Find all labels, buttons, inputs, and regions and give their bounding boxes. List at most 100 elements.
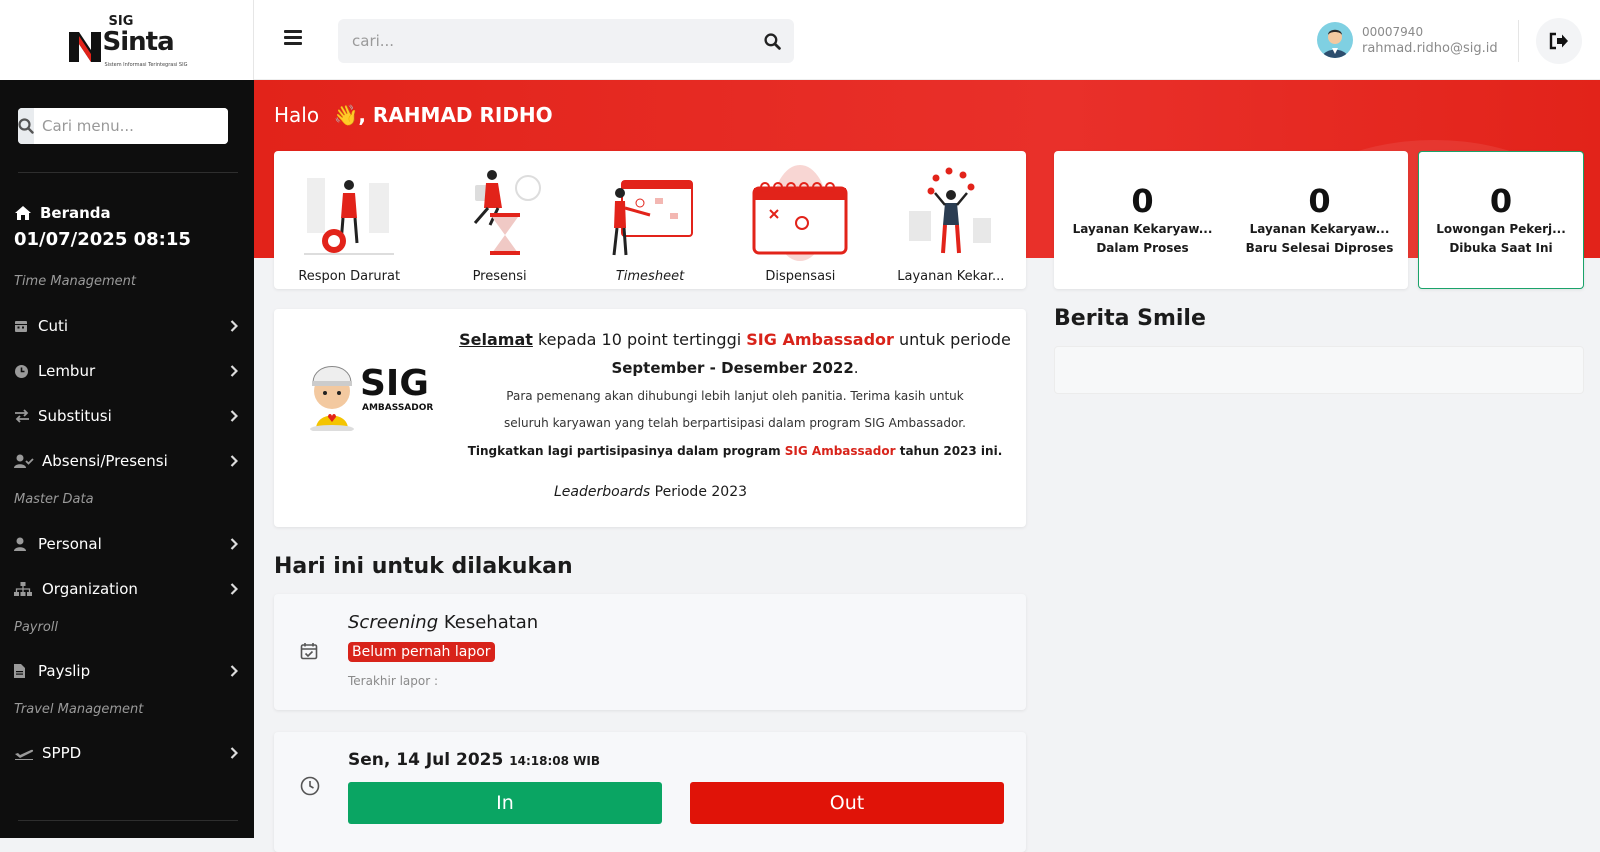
greeting-name: , RAHMAD RIDHO <box>358 103 553 127</box>
sinta-logo[interactable]: SIG Sinta Sistem Informasi Terintegrasi … <box>68 10 188 70</box>
chevron-right-icon <box>228 320 240 332</box>
dispensation-calendar-icon <box>752 165 848 261</box>
quick-label: Presensi <box>472 269 527 284</box>
quick-respon-darurat[interactable]: Respon Darurat <box>274 151 424 289</box>
screening-card[interactable]: Screening Kesehatan Belum pernah lapor T… <box>274 594 1026 710</box>
menu-search-input[interactable] <box>34 108 228 144</box>
time-text: 14:18:08 WIB <box>509 754 600 768</box>
sidebar-item-label: Absensi/Presensi <box>42 452 168 470</box>
stat-finished[interactable]: 0 Layanan Kekaryaw... Baru Selesai Dipro… <box>1240 182 1400 258</box>
stat-in-process[interactable]: 0 Layanan Kekaryaw... Dalam Proses <box>1063 182 1223 258</box>
global-search-input[interactable] <box>338 32 750 50</box>
section-time-management: Time Management <box>14 274 136 289</box>
period-text: September - Desember 2022 <box>611 359 854 377</box>
news-list <box>1054 346 1584 394</box>
clock-out-button[interactable]: Out <box>690 782 1004 824</box>
clock-in-button[interactable]: In <box>348 782 662 824</box>
user-icon <box>14 537 36 551</box>
ambassador-line-3b: seluruh karyawan yang telah berpartisipa… <box>504 416 966 430</box>
exchange-icon <box>14 409 36 423</box>
quick-menu: Respon Darurat Presensi Timesheet Dispen… <box>274 151 1026 289</box>
calendar-icon <box>14 319 36 333</box>
quick-layanan-kekaryawanan[interactable]: Layanan Kekar... <box>876 151 1026 289</box>
logo-sinta-text: Sinta <box>102 27 175 57</box>
greeting-hello: Halo <box>274 103 320 127</box>
calendar-check-icon <box>300 643 318 660</box>
divider <box>1518 20 1519 62</box>
last-report: Terakhir lapor : <box>348 674 439 688</box>
sidebar-item-cuti[interactable]: Cuti <box>14 311 240 341</box>
stats-card: 0 Layanan Kekaryaw... Dalam Proses 0 Lay… <box>1054 151 1408 289</box>
home-datetime: 01/07/2025 08:15 <box>14 229 191 250</box>
logo-area: SIG Sinta Sistem Informasi Terintegrasi … <box>0 0 254 80</box>
sitemap-icon <box>14 582 36 596</box>
quick-presensi[interactable]: Presensi <box>424 151 574 289</box>
search-icon[interactable] <box>750 32 794 50</box>
ambassador-logo-text: SIG <box>360 363 429 404</box>
logo-tagline: Sistem Informasi Terintegrasi SIG <box>104 62 188 68</box>
stat-sublabel: Dibuka Saat Ini <box>1449 241 1553 255</box>
news-title: Berita Smile <box>1054 306 1206 331</box>
chevron-right-icon <box>228 583 240 595</box>
stat-value: 0 <box>1489 182 1513 220</box>
logout-button[interactable] <box>1536 18 1582 64</box>
stat-label: Lowongan Pekerj... <box>1436 222 1566 236</box>
stat-label: Layanan Kekaryaw... <box>1072 222 1213 236</box>
greeting: Halo 👋, RAHMAD RIDHO <box>274 103 553 127</box>
section-master-data: Master Data <box>14 492 94 507</box>
chevron-right-icon <box>228 538 240 550</box>
brand-text: SIG Ambassador <box>784 444 896 458</box>
sidebar-item-personal[interactable]: Personal <box>14 529 240 559</box>
sign-out-icon <box>1549 32 1568 50</box>
quick-label: Respon Darurat <box>298 269 401 284</box>
global-search <box>338 19 794 63</box>
attendance-illustration-icon <box>473 170 541 255</box>
divider <box>18 172 238 173</box>
text: Tingkatkan lagi partisipasinya dalam pro… <box>467 444 785 458</box>
sidebar-item-payslip[interactable]: Payslip <box>14 656 240 686</box>
stat-label: Layanan Kekaryaw... <box>1249 222 1390 236</box>
quick-label: Dispensasi <box>765 269 836 284</box>
leaderboards-link[interactable]: Leaderboards Periode 2023 <box>554 484 747 500</box>
sidebar-item-substitusi[interactable]: Substitusi <box>14 401 240 431</box>
ambassador-period: September - Desember 2022. <box>454 353 1016 383</box>
services-illustration-icon <box>908 167 991 254</box>
sidebar-item-label: Organization <box>42 580 138 598</box>
sidebar-item-sppd[interactable]: SPPD <box>14 738 240 768</box>
nav-home[interactable]: Beranda <box>14 204 111 222</box>
ambassador-logo-sub: AMBASSADOR <box>362 403 434 413</box>
sidebar-item-label: Cuti <box>38 317 69 335</box>
search-icon[interactable] <box>18 108 34 144</box>
quick-label: Layanan Kekar... <box>897 269 1005 284</box>
sidebar-item-lembur[interactable]: Lembur <box>14 356 240 386</box>
screening-title: Screening Kesehatan <box>348 612 538 633</box>
hamburger-menu-icon[interactable] <box>284 30 302 45</box>
ambassador-announcement: SIG AMBASSADOR Selamat kepada 10 point t… <box>274 309 1026 527</box>
menu-search <box>18 108 228 144</box>
ambassador-line-3: Para pemenang akan dihubungi lebih lanju… <box>506 389 964 403</box>
section-payroll: Payroll <box>14 620 59 635</box>
sidebar-item-label: Lembur <box>38 362 96 380</box>
home-label: Beranda <box>40 204 111 222</box>
wave-icon: 👋 <box>333 103 359 127</box>
user-check-icon <box>14 454 36 468</box>
text: Leaderboards <box>554 484 651 500</box>
section-travel-management: Travel Management <box>14 702 144 717</box>
text: Periode 2023 <box>650 484 748 500</box>
timesheet-illustration-icon <box>612 180 694 256</box>
sidebar-item-label: Substitusi <box>38 407 112 425</box>
sidebar-item-absensi[interactable]: Absensi/Presensi <box>14 446 240 476</box>
sidebar-item-organization[interactable]: Organization <box>14 574 240 604</box>
sidebar-item-label: Payslip <box>38 662 91 680</box>
avatar[interactable] <box>1317 22 1353 58</box>
stat-sublabel: Dalam Proses <box>1096 241 1189 255</box>
sig-ambassador-logo: SIG AMBASSADOR <box>308 351 448 433</box>
brand-text: SIG Ambassador <box>746 330 894 349</box>
stat-value: 0 <box>1131 182 1154 220</box>
stat-vacancies-card[interactable]: 0 Lowongan Pekerj... Dibuka Saat Ini <box>1418 151 1584 289</box>
text: Kesehatan <box>438 612 539 633</box>
quick-timesheet[interactable]: Timesheet <box>575 151 725 289</box>
ambassador-line-1: Selamat kepada 10 point tertinggi SIG Am… <box>454 327 1016 353</box>
quick-dispensasi[interactable]: Dispensasi <box>725 151 875 289</box>
stat-sublabel: Baru Selesai Diproses <box>1245 241 1394 255</box>
